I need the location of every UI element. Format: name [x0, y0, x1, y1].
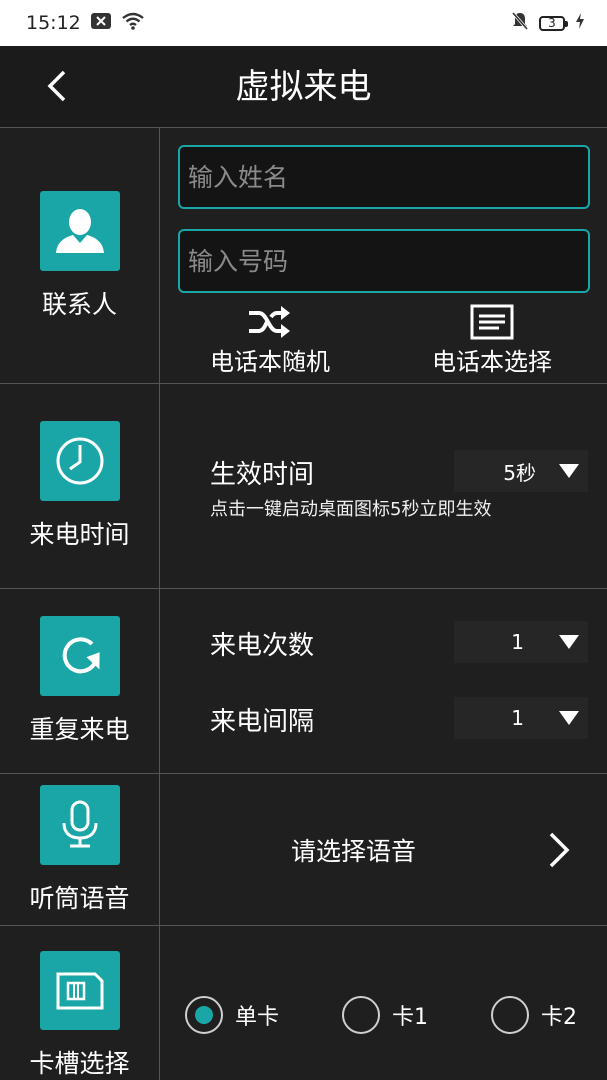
sim-option-label: 单卡	[235, 1005, 280, 1030]
effective-time-select[interactable]: 5秒	[454, 450, 588, 492]
shuffle-icon	[249, 306, 290, 338]
section-repeat: 重复来电 来电次数 1 来电间隔 1	[0, 589, 607, 774]
dropdown-triangle-icon	[559, 711, 579, 725]
sim-label: 卡槽选择	[29, 1049, 130, 1078]
notification-icon	[90, 12, 111, 34]
effective-time-label: 生效时间	[210, 460, 315, 490]
contact-tile-area: 联系人	[0, 128, 160, 383]
call-time-tile-area: 来电时间	[0, 384, 160, 588]
call-interval-label: 来电间隔	[210, 707, 315, 737]
page-title: 虚拟来电	[235, 67, 372, 107]
section-call-time: 来电时间 生效时间 5秒 点击一键启动桌面图标5秒立即生效	[0, 384, 607, 589]
voice-tile	[39, 784, 120, 865]
voice-label: 听筒语音	[29, 883, 130, 913]
sim-tile-area: 卡槽选择	[0, 926, 160, 1080]
sim-option-label: 卡1	[392, 1005, 428, 1030]
sim-card-icon	[56, 972, 103, 1009]
repeat-tile	[39, 616, 120, 696]
sim-options: 单卡 卡1 卡2	[160, 926, 607, 1080]
call-interval-value: 1	[511, 706, 524, 730]
status-time: 15:12	[26, 12, 81, 34]
status-bar: 15:12 3	[0, 0, 607, 46]
battery-level: 3	[548, 16, 556, 30]
contact-fields: 电话本随机 电话本选择	[160, 128, 607, 383]
repeat-fields: 来电次数 1 来电间隔 1	[160, 589, 607, 773]
section-voice: 听筒语音 请选择语音	[0, 774, 607, 926]
refresh-icon	[62, 637, 100, 674]
section-contact: 联系人 电话本随机 电话本选择	[0, 128, 607, 384]
phonebook-random-button[interactable]: 电话本随机	[210, 304, 330, 377]
effective-time-value: 5秒	[503, 460, 536, 485]
call-time-tile	[39, 421, 120, 501]
sim-option-card2[interactable]: 卡2	[491, 996, 577, 1034]
wifi-icon	[121, 12, 145, 35]
chevron-right-icon	[549, 832, 570, 868]
call-count-value: 1	[511, 630, 524, 654]
dropdown-triangle-icon	[559, 464, 579, 478]
battery-icon: 3	[539, 15, 568, 31]
name-input[interactable]	[178, 145, 590, 209]
call-count-label: 来电次数	[210, 631, 315, 661]
phonebook-random-label: 电话本随机	[210, 348, 330, 376]
call-time-fields: 生效时间 5秒 点击一键启动桌面图标5秒立即生效	[160, 384, 607, 588]
charging-icon	[575, 12, 585, 34]
call-interval-select[interactable]: 1	[454, 697, 588, 739]
call-count-select[interactable]: 1	[454, 621, 588, 663]
effective-time-note: 点击一键启动桌面图标5秒立即生效	[210, 499, 492, 520]
dropdown-triangle-icon	[559, 635, 579, 649]
voice-choose-row[interactable]: 请选择语音	[160, 774, 607, 925]
sim-option-single[interactable]: 单卡	[185, 996, 279, 1034]
contact-tile	[39, 190, 120, 271]
title-bar: 虚拟来电	[0, 46, 607, 128]
microphone-icon	[62, 800, 97, 847]
call-time-label: 来电时间	[29, 520, 130, 549]
radio-unselected-icon	[491, 996, 529, 1034]
radio-unselected-icon	[342, 996, 380, 1034]
sim-option-label: 卡2	[541, 1005, 577, 1030]
sim-tile	[39, 951, 120, 1030]
person-icon	[55, 208, 104, 253]
mute-bell-icon	[511, 11, 529, 36]
radio-selected-icon	[185, 996, 223, 1034]
voice-tile-area: 听筒语音	[0, 774, 160, 925]
repeat-tile-area: 重复来电	[0, 589, 160, 773]
phonebook-select-button[interactable]: 电话本选择	[432, 304, 552, 377]
list-icon	[470, 304, 514, 340]
clock-icon	[56, 437, 103, 485]
contact-label: 联系人	[41, 289, 117, 319]
repeat-label: 重复来电	[29, 715, 130, 744]
number-input[interactable]	[178, 229, 590, 293]
choose-voice-label: 请选择语音	[290, 837, 416, 866]
phonebook-select-label: 电话本选择	[432, 348, 552, 376]
section-sim: 卡槽选择 单卡 卡1 卡2	[0, 926, 607, 1080]
sim-option-card1[interactable]: 卡1	[342, 996, 428, 1034]
